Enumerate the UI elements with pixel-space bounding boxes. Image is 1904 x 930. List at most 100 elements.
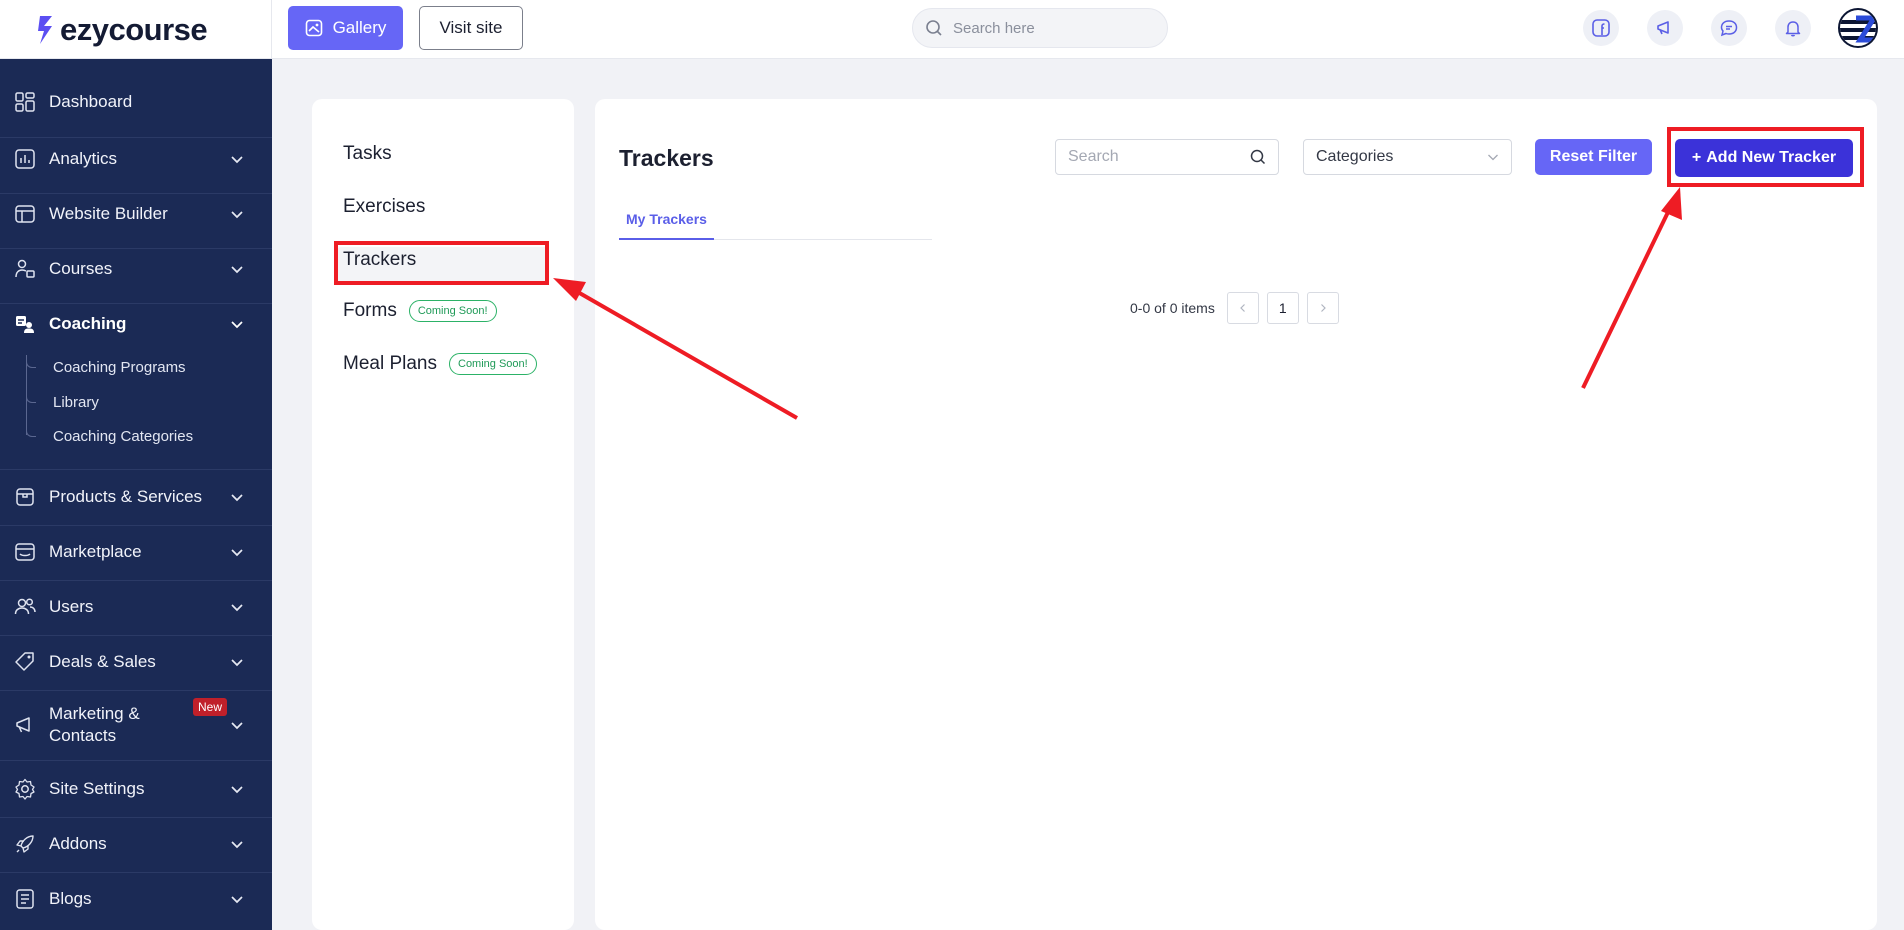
menu-item-label: Tasks [343, 143, 392, 164]
blog-icon [14, 888, 36, 910]
next-page-button[interactable] [1306, 292, 1339, 324]
pagination: 0-0 of 0 items 1 [1130, 292, 1339, 324]
marketing-label-line2: Contacts [49, 726, 117, 745]
sidebar-item-coaching[interactable]: Coaching [0, 297, 272, 351]
chevron-down-icon [231, 786, 243, 794]
bell-icon [1785, 21, 1801, 37]
notifications-button[interactable] [1775, 10, 1811, 46]
tab-my-trackers[interactable]: My Trackers [619, 199, 714, 240]
chevron-down-icon [231, 266, 243, 274]
facebook-button[interactable] [1583, 10, 1619, 46]
prev-page-button[interactable] [1226, 292, 1259, 324]
tab-bar: My Trackers [619, 199, 932, 240]
sidebar-divider [0, 760, 272, 761]
sidebar-item-blogs[interactable]: Blogs [0, 872, 272, 926]
new-badge: New [193, 698, 228, 716]
facebook-icon [1592, 19, 1610, 37]
menu-item-forms[interactable]: Forms Coming Soon! [343, 300, 497, 322]
sidebar-item-label: Website Builder [49, 204, 168, 223]
dashboard-icon [14, 91, 36, 113]
sidebar-item-label: Marketing & Contacts [49, 703, 140, 747]
sidebar-item-label: Analytics [49, 149, 118, 168]
users-icon [14, 596, 36, 618]
gallery-label: Gallery [332, 18, 387, 37]
topbar-divider [271, 0, 272, 59]
pagination-summary: 0-0 of 0 items [1130, 300, 1215, 316]
sidebar-subitem-library[interactable]: Library [53, 394, 99, 411]
visit-site-label: Visit site [439, 18, 503, 37]
logo-mark-icon [38, 16, 52, 44]
sidebar-item-dashboard[interactable]: Dashboard [0, 75, 272, 129]
top-bar: ezycourse Gallery Visit site Search here [0, 0, 1904, 59]
chevron-down-icon [231, 211, 243, 219]
logo[interactable]: ezycourse [36, 10, 208, 50]
sidebar-item-analytics[interactable]: Analytics [0, 132, 272, 186]
submenu-tick [26, 393, 36, 403]
sidebar-item-courses[interactable]: Courses [0, 242, 272, 296]
marketing-label-line1: Marketing & [49, 704, 140, 723]
sidebar-subitem-coaching-programs[interactable]: Coaching Programs [53, 359, 186, 376]
sidebar-item-label: Courses [49, 259, 113, 278]
courses-icon [14, 258, 36, 280]
rocket-icon [14, 833, 36, 855]
gallery-button[interactable]: Gallery [288, 6, 403, 50]
sidebar-item-deals-sales[interactable]: Deals & Sales [0, 635, 272, 689]
logo-text: ezycourse [60, 12, 208, 47]
categories-select[interactable]: Categories [1303, 139, 1512, 175]
sidebar-item-users[interactable]: Users [0, 580, 272, 634]
chevron-down-icon [231, 549, 243, 557]
chevron-down-icon [231, 841, 243, 849]
chevron-down-icon [231, 722, 243, 730]
sidebar-item-marketing-contacts[interactable]: Marketing & Contacts New [0, 690, 272, 760]
menu-item-label: Meal Plans [343, 353, 437, 374]
chevron-down-icon [231, 494, 243, 502]
reset-filter-label: Reset Filter [1549, 148, 1638, 165]
sidebar-item-marketplace[interactable]: Marketplace [0, 525, 272, 579]
sidebar-item-label: Products & Services [49, 487, 203, 506]
reset-filter-button[interactable]: Reset Filter [1535, 139, 1652, 175]
search-icon [1250, 149, 1266, 165]
tag-icon [14, 651, 36, 673]
tracker-search-input[interactable]: Search [1055, 139, 1279, 175]
chevron-down-icon [231, 321, 243, 329]
sidebar-item-label: Coaching [49, 314, 127, 333]
chevron-down-icon [231, 604, 243, 612]
global-search-placeholder: Search here [953, 19, 1035, 37]
global-search-input[interactable]: Search here [912, 8, 1168, 48]
chat-icon [1720, 20, 1738, 37]
menu-item-label: Exercises [343, 196, 426, 217]
menu-item-exercises[interactable]: Exercises [343, 196, 425, 218]
sidebar-item-addons[interactable]: Addons [0, 817, 272, 871]
menu-item-label: Forms [343, 300, 397, 321]
tracker-search-placeholder: Search [1068, 148, 1119, 165]
sidebar-item-label: Blogs [49, 889, 92, 908]
messages-button[interactable] [1711, 10, 1747, 46]
sidebar-item-label: Addons [49, 834, 107, 853]
analytics-icon [14, 148, 36, 170]
page-number-button[interactable]: 1 [1266, 292, 1299, 324]
avatar[interactable] [1838, 8, 1878, 48]
menu-item-tasks[interactable]: Tasks [343, 143, 392, 165]
sidebar-item-website-builder[interactable]: Website Builder [0, 187, 272, 241]
chevron-down-icon [231, 896, 243, 904]
box-icon [14, 486, 36, 508]
menu-item-meal-plans[interactable]: Meal Plans Coming Soon! [343, 353, 537, 375]
sidebar-item-site-settings[interactable]: Site Settings [0, 762, 272, 816]
categories-label: Categories [1316, 148, 1394, 165]
megaphone-icon [1657, 21, 1669, 35]
chevron-down-icon [231, 156, 243, 164]
chevron-left-icon [1239, 304, 1245, 312]
visit-site-button[interactable]: Visit site [419, 6, 523, 50]
sidebar-item-products-services[interactable]: Products & Services [0, 470, 272, 524]
gallery-icon [305, 19, 322, 37]
sidebar-item-label: Site Settings [49, 779, 145, 798]
chevron-down-icon [1488, 154, 1498, 161]
page-title: Trackers [619, 145, 714, 171]
sidebar-item-label: Users [49, 597, 94, 616]
chevron-down-icon [231, 659, 243, 667]
annotation-box-add-tracker [1667, 127, 1864, 187]
sidebar-subitem-coaching-categories[interactable]: Coaching Categories [53, 428, 193, 445]
announcements-button[interactable] [1647, 10, 1683, 46]
megaphone-icon [14, 714, 36, 736]
trackers-panel: Trackers Search Categories Reset Filter … [595, 99, 1877, 930]
